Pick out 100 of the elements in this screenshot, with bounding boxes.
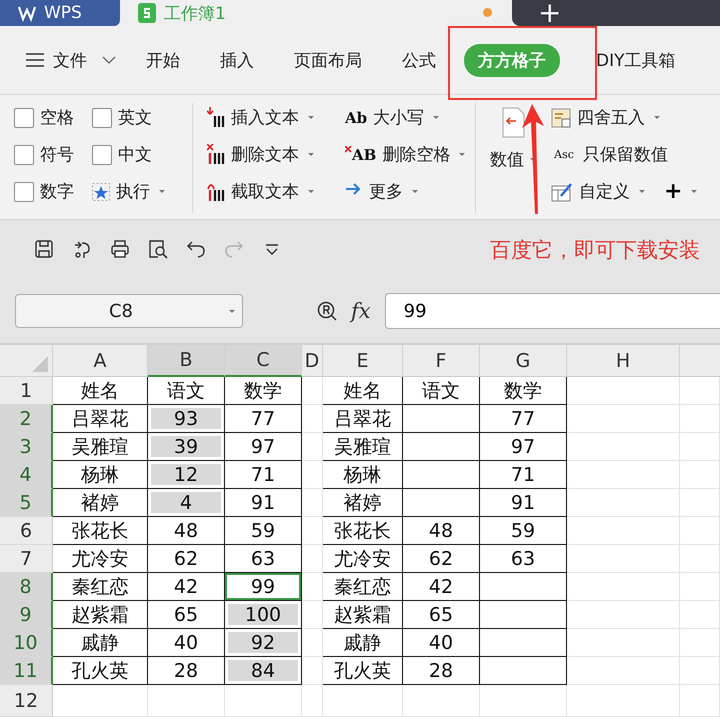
file-menu[interactable]: 文件 bbox=[53, 48, 87, 72]
table-cell[interactable]: 63 bbox=[480, 545, 567, 573]
row-header[interactable]: 3 bbox=[0, 433, 53, 461]
table-cell[interactable]: 孔火英 bbox=[53, 657, 148, 685]
table-cell[interactable]: 戚静 bbox=[53, 629, 148, 657]
checkbox[interactable] bbox=[92, 108, 112, 128]
row-header[interactable]: 8 bbox=[0, 573, 53, 601]
table-cell[interactable]: 40 bbox=[403, 629, 480, 657]
table-cell[interactable]: 48 bbox=[403, 517, 480, 545]
table-cell[interactable]: 姓名 bbox=[53, 377, 148, 405]
table-cell[interactable]: 4 bbox=[148, 489, 225, 517]
column-header[interactable]: F bbox=[403, 345, 480, 377]
table-cell[interactable]: 孔火英 bbox=[323, 657, 403, 685]
table-cell[interactable]: 语文 bbox=[403, 377, 480, 405]
table-cell[interactable]: 尤冷安 bbox=[323, 545, 403, 573]
name-box[interactable]: C8 bbox=[15, 294, 243, 328]
table-cell[interactable]: 92 bbox=[225, 629, 302, 657]
table-cell[interactable]: 91 bbox=[480, 489, 567, 517]
table-cell[interactable]: 59 bbox=[225, 517, 302, 545]
table-cell[interactable]: 姓名 bbox=[323, 377, 403, 405]
column-header[interactable]: C bbox=[225, 345, 302, 377]
table-cell[interactable]: 数学 bbox=[225, 377, 302, 405]
table-cell[interactable]: 62 bbox=[403, 545, 480, 573]
printer-icon[interactable] bbox=[111, 240, 130, 259]
app-menu-tab[interactable]: WPS bbox=[0, 0, 120, 26]
new-tab-button[interactable]: + bbox=[532, 1, 568, 25]
ribbon-tab[interactable]: 页面布局 bbox=[282, 44, 374, 76]
number-tool-button[interactable]: Asc 只保留数值 bbox=[551, 140, 698, 169]
table-cell[interactable] bbox=[480, 601, 567, 629]
row-header[interactable]: 9 bbox=[0, 601, 53, 629]
table-cell[interactable]: 84 bbox=[225, 657, 302, 685]
row-header[interactable]: 1 bbox=[0, 377, 53, 405]
table-cell[interactable] bbox=[403, 489, 480, 517]
row-header[interactable]: 12 bbox=[0, 685, 53, 717]
numbers-button[interactable]: 数值 bbox=[490, 103, 537, 219]
function-label[interactable]: fx bbox=[351, 299, 371, 323]
table-cell[interactable] bbox=[403, 433, 480, 461]
table-cell[interactable]: 尤冷安 bbox=[53, 545, 148, 573]
table-cell[interactable]: 93 bbox=[148, 405, 225, 433]
save-icon[interactable] bbox=[35, 240, 54, 259]
table-cell[interactable]: 48 bbox=[148, 517, 225, 545]
table-cell[interactable]: 42 bbox=[403, 573, 480, 601]
column-header[interactable]: E bbox=[323, 345, 403, 377]
column-header[interactable]: D bbox=[302, 345, 323, 377]
ribbon-tab[interactable]: DIY工具箱 bbox=[584, 44, 688, 76]
preview-icon[interactable] bbox=[149, 240, 168, 259]
table-cell[interactable] bbox=[403, 461, 480, 489]
text-tool-button[interactable]: AB 删除空格 bbox=[345, 140, 475, 169]
table-cell[interactable]: 65 bbox=[403, 601, 480, 629]
ribbon-tab[interactable]: 插入 bbox=[208, 44, 266, 76]
table-cell[interactable]: 63 bbox=[225, 545, 302, 573]
row-header[interactable]: 10 bbox=[0, 629, 53, 657]
table-cell[interactable]: 77 bbox=[225, 405, 302, 433]
row-header[interactable]: 4 bbox=[0, 461, 53, 489]
text-tool-button[interactable]: 删除文本 bbox=[207, 140, 345, 169]
add-button[interactable]: + bbox=[664, 177, 698, 206]
table-cell[interactable]: 12 bbox=[148, 461, 225, 489]
checkbox[interactable] bbox=[14, 144, 34, 164]
table-cell[interactable]: 42 bbox=[148, 573, 225, 601]
formula-field[interactable]: 99 bbox=[384, 293, 720, 329]
text-tool-button[interactable]: 截取文本 bbox=[207, 177, 345, 206]
ribbon-tab[interactable]: 开始 bbox=[134, 44, 192, 76]
table-cell[interactable]: 吴雅瑄 bbox=[323, 433, 403, 461]
table-cell[interactable]: 77 bbox=[480, 405, 567, 433]
select-all-corner[interactable] bbox=[0, 345, 53, 377]
table-cell[interactable]: 赵紫霜 bbox=[323, 601, 403, 629]
table-cell[interactable] bbox=[480, 657, 567, 685]
text-tool-button[interactable]: Ab 大小写 bbox=[345, 103, 475, 132]
table-cell[interactable]: 99 bbox=[225, 573, 302, 601]
row-header[interactable]: 6 bbox=[0, 517, 53, 545]
column-header[interactable] bbox=[680, 345, 720, 377]
row-header[interactable]: 11 bbox=[0, 657, 53, 685]
table-cell[interactable] bbox=[403, 405, 480, 433]
table-cell[interactable]: 秦红恋 bbox=[323, 573, 403, 601]
table-cell[interactable]: 28 bbox=[403, 657, 480, 685]
row-header[interactable]: 5 bbox=[0, 489, 53, 517]
checkbox[interactable] bbox=[14, 108, 34, 128]
text-tool-button[interactable]: 插入文本 bbox=[207, 103, 345, 132]
table-cell[interactable]: 褚婷 bbox=[323, 489, 403, 517]
table-cell[interactable]: 62 bbox=[148, 545, 225, 573]
table-cell[interactable]: 数学 bbox=[480, 377, 567, 405]
table-cell[interactable]: 91 bbox=[225, 489, 302, 517]
table-cell[interactable] bbox=[480, 573, 567, 601]
column-header[interactable]: H bbox=[567, 345, 680, 377]
table-cell[interactable]: 戚静 bbox=[323, 629, 403, 657]
table-cell[interactable]: 杨琳 bbox=[323, 461, 403, 489]
table-cell[interactable]: 97 bbox=[480, 433, 567, 461]
table-cell[interactable]: 59 bbox=[480, 517, 567, 545]
column-header[interactable]: B bbox=[148, 345, 225, 377]
table-cell[interactable]: 秦红恋 bbox=[53, 573, 148, 601]
column-header[interactable]: A bbox=[53, 345, 148, 377]
number-tool-button[interactable]: 自定义 bbox=[551, 177, 646, 206]
table-cell[interactable]: 97 bbox=[225, 433, 302, 461]
undo-icon[interactable] bbox=[187, 240, 206, 259]
table-cell[interactable]: 赵紫霜 bbox=[53, 601, 148, 629]
table-cell[interactable]: 100 bbox=[225, 601, 302, 629]
table-cell[interactable]: 71 bbox=[480, 461, 567, 489]
execute-button[interactable]: 执行 bbox=[92, 177, 192, 206]
text-tool-button[interactable]: 更多 bbox=[345, 177, 475, 206]
table-cell[interactable]: 71 bbox=[225, 461, 302, 489]
